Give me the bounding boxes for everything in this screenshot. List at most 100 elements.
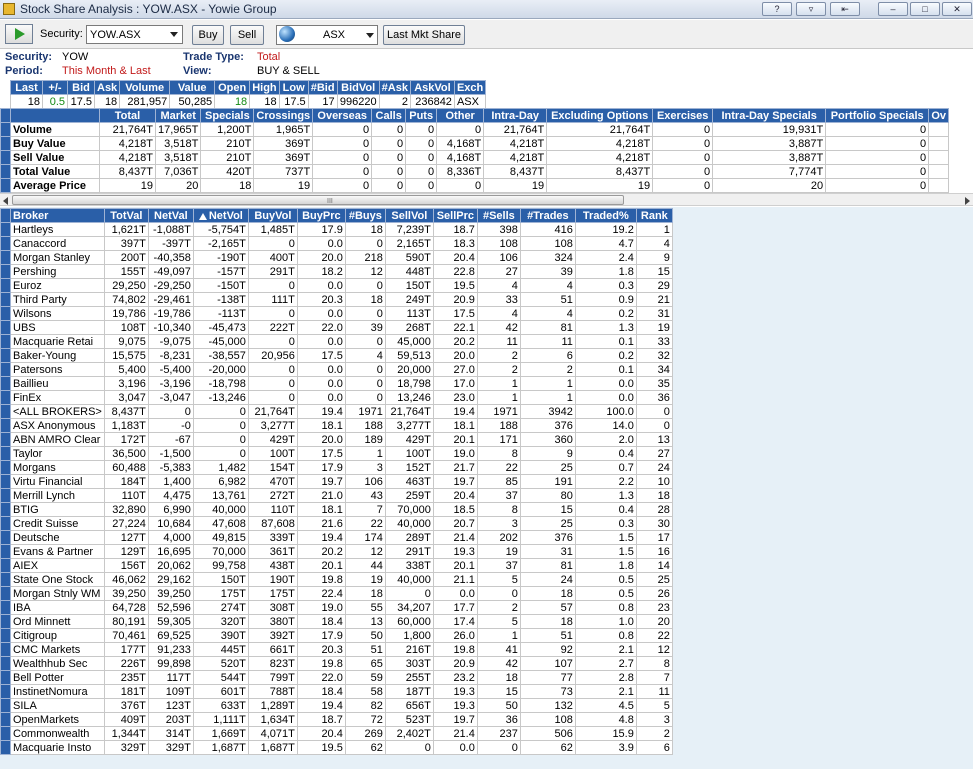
summary-row[interactable]: Sell Value 4,218T 3,518T 210T 369T 0 0 0 4,168T 4…	[0, 150, 950, 165]
broker-header-sellvol[interactable]: SellVol	[384, 208, 434, 223]
quote-header[interactable]: #Bid	[307, 80, 338, 95]
summary-header[interactable]: Puts	[405, 108, 438, 123]
table-row[interactable]: IBA 64,728 52,596 274T 308T 19.0 55 34,207 17.7 2…	[0, 600, 673, 615]
broker-header-totval[interactable]: TotVal	[103, 208, 149, 223]
summary-header[interactable]: Intra-Day Specials	[712, 108, 827, 123]
minimize-icon[interactable]: –	[878, 2, 908, 16]
dropdown-icon[interactable]: ▿	[796, 2, 826, 16]
table-row[interactable]: Morgans 60,488 -5,383 1,482 154T 17.9 3 152T 21.…	[0, 460, 673, 475]
broker-header-netval[interactable]: NetVal	[147, 208, 194, 223]
broker-header-broker[interactable]: Broker	[10, 208, 105, 223]
table-row[interactable]: Euroz 29,250 -29,250 -150T 0 0.0 0 150T 19.5 4 4 0.…	[0, 278, 673, 293]
table-row[interactable]: Virtu Financial 184T 1,400 6,982 470T 19.7 106…	[0, 474, 673, 489]
table-row[interactable]: Morgan Stnly WM 39,250 39,250 175T 175T 22.4 1…	[0, 586, 673, 601]
quote-header[interactable]: Bid	[67, 80, 95, 95]
quote-header[interactable]: High	[249, 80, 280, 95]
summary-header[interactable]: Ov	[928, 108, 950, 123]
quote-header[interactable]: Exch	[453, 80, 487, 95]
table-row[interactable]: Deutsche 127T 4,000 49,815 339T 19.4 174 289T 21…	[0, 530, 673, 545]
table-row[interactable]: CMC Markets 177T 91,233 445T 661T 20.3 51 216T 1…	[0, 642, 673, 657]
table-row[interactable]: Macquarie Insto 329T 329T 1,687T 1,687T 19.5 6…	[0, 740, 673, 755]
quote-header[interactable]: +/-	[42, 80, 68, 95]
chevron-down-icon[interactable]	[366, 33, 374, 38]
table-row[interactable]: UBS 108T -10,340 -45,473 222T 22.0 39 268T 22.1 4…	[0, 320, 673, 335]
table-row[interactable]: OpenMarkets 409T 203T 1,111T 1,634T 18.7 72 523…	[0, 712, 673, 727]
broker-header-buyvol[interactable]: BuyVol	[247, 208, 298, 223]
security-input[interactable]	[86, 25, 183, 44]
help-icon[interactable]: ?	[762, 2, 792, 16]
maximize-icon[interactable]: □	[910, 2, 940, 16]
chevron-down-icon[interactable]	[170, 32, 178, 37]
quote-header[interactable]: Open	[214, 80, 251, 95]
broker-header-traded-[interactable]: Traded%	[574, 208, 637, 223]
summary-header[interactable]: Exercises	[652, 108, 714, 123]
quote-header[interactable]: Volume	[119, 80, 171, 95]
quote-header[interactable]: Value	[169, 80, 216, 95]
summary-header[interactable]: Crossings	[253, 108, 314, 123]
table-row[interactable]: <ALL BROKERS> 8,437T 0 0 21,764T 19.4 1971 21,7…	[0, 404, 673, 419]
summary-row[interactable]: Volume 21,764T 17,965T 1,200T 1,965T 0 0 0 0 21,7…	[0, 122, 950, 137]
table-row[interactable]: Macquarie Retai 9,075 -9,075 -45,000 0 0.0 0 45…	[0, 334, 673, 349]
horizontal-scrollbar[interactable]: III	[0, 193, 973, 206]
quote-header[interactable]: Ask	[93, 80, 121, 95]
table-row[interactable]: State One Stock 46,062 29,162 150T 190T 19.8 1…	[0, 572, 673, 587]
table-row[interactable]: Canaccord 397T -397T -2,165T 0 0.0 0 2,165T 18.3…	[0, 236, 673, 251]
table-row[interactable]: ABN AMRO Clear 172T -67 0 429T 20.0 189 429T 20.…	[0, 432, 673, 447]
table-row[interactable]: FinEx 3,047 -3,047 -13,246 0 0.0 0 13,246 23.0 1 1…	[0, 390, 673, 405]
summary-header[interactable]: Other	[436, 108, 485, 123]
table-row[interactable]: Wilsons 19,786 -19,786 -113T 0 0.0 0 113T 17.5 4 4…	[0, 306, 673, 321]
summary-header[interactable]: Specials	[200, 108, 255, 123]
broker-header-sellprc[interactable]: SellPrc	[432, 208, 478, 223]
broker-header--buys[interactable]: #Buys	[344, 208, 386, 223]
quote-header[interactable]: Last	[10, 80, 43, 95]
quote-header[interactable]: BidVol	[336, 80, 380, 95]
table-row[interactable]: Credit Suisse 27,224 10,684 47,608 87,608 21.…	[0, 516, 673, 531]
buy-button[interactable]: Buy	[192, 25, 224, 45]
table-row[interactable]: Bell Potter 235T 117T 544T 799T 22.0 59 255T 23.…	[0, 670, 673, 685]
summary-header[interactable]: Total	[99, 108, 156, 123]
close-icon[interactable]: ✕	[942, 2, 972, 16]
table-row[interactable]: Baillieu 3,196 -3,196 -18,798 0 0.0 0 18,798 17.…	[0, 376, 673, 391]
broker-header--sells[interactable]: #Sells	[476, 208, 521, 223]
table-row[interactable]: Third Party 74,802 -29,461 -138T 111T 20.3 18 2…	[0, 292, 673, 307]
table-row[interactable]: Patersons 5,400 -5,400 -20,000 0 0.0 0 20,000 27…	[0, 362, 673, 377]
table-row[interactable]: Hartleys 1,621T -1,088T -5,754T 1,485T 17.9 18…	[0, 222, 673, 237]
run-button[interactable]	[5, 24, 33, 44]
last-mkt-share-button[interactable]: Last Mkt Share	[383, 25, 465, 45]
table-row[interactable]: Evans & Partner 129T 16,695 70,000 361T 20.2 1…	[0, 544, 673, 559]
broker-header-netvol[interactable]: NetVol	[192, 208, 249, 223]
summary-header[interactable]: Calls	[371, 108, 407, 123]
broker-header-rank[interactable]: Rank	[635, 208, 673, 223]
table-row[interactable]: Morgan Stanley 200T -40,358 -190T 400T 20.0 21…	[0, 250, 673, 265]
summary-header[interactable]: Excluding Options	[546, 108, 654, 123]
table-row[interactable]: BTIG 32,890 6,990 40,000 110T 18.1 7 70,000 18.5…	[0, 502, 673, 517]
broker-header-buyprc[interactable]: BuyPrc	[296, 208, 346, 223]
table-row[interactable]: InstinetNomura 181T 109T 601T 788T 18.4 58 187T…	[0, 684, 673, 699]
pin-icon[interactable]: ⇤	[830, 2, 860, 16]
table-row[interactable]: Wealthhub Sec 226T 99,898 520T 823T 19.8 65 303…	[0, 656, 673, 671]
summary-row[interactable]: Average Price 19 20 18 19 0 0 0 0 19 19 0 20 0	[0, 178, 950, 193]
table-row[interactable]: Ord Minnett 80,191 59,305 320T 380T 18.4 13 60,…	[0, 614, 673, 629]
summary-header[interactable]: Intra-Day	[483, 108, 548, 123]
table-row[interactable]: Baker-Young 15,575 -8,231 -38,557 20,956 17.5…	[0, 348, 673, 363]
summary-row[interactable]: Total Value 8,437T 7,036T 420T 737T 0 0 0 8,336T…	[0, 164, 950, 179]
scroll-left-icon[interactable]	[3, 197, 8, 205]
quote-header[interactable]: AskVol	[409, 80, 455, 95]
quote-header[interactable]: Low	[278, 80, 309, 95]
summary-header[interactable]	[10, 108, 100, 123]
table-row[interactable]: Merrill Lynch 110T 4,475 13,761 272T 21.0 43 25…	[0, 488, 673, 503]
summary-header[interactable]: Portfolio Specials	[825, 108, 930, 123]
table-row[interactable]: ASX Anonymous 1,183T -0 0 3,277T 18.1 188 3,277…	[0, 418, 673, 433]
table-row[interactable]: AIEX 156T 20,062 99,758 438T 20.1 44 338T 20.1 37…	[0, 558, 673, 573]
table-row[interactable]: Commonwealth 1,344T 314T 1,669T 4,071T 20.4 26…	[0, 726, 673, 741]
summary-header[interactable]: Overseas	[312, 108, 373, 123]
quote-header[interactable]: #Ask	[378, 80, 411, 95]
table-row[interactable]: SILA 376T 123T 633T 1,289T 19.4 82 656T 19.3 50 13…	[0, 698, 673, 713]
summary-row[interactable]: Buy Value 4,218T 3,518T 210T 369T 0 0 0 4,168T 4,…	[0, 136, 950, 151]
table-row[interactable]: Taylor 36,500 -1,500 0 100T 17.5 1 100T 19.0 8 9 0.…	[0, 446, 673, 461]
scrollbar-thumb[interactable]: III	[12, 195, 624, 205]
scroll-right-icon[interactable]	[965, 197, 970, 205]
broker-header--trades[interactable]: #Trades	[519, 208, 576, 223]
sell-button[interactable]: Sell	[230, 25, 264, 45]
table-row[interactable]: Pershing 155T -49,097 -157T 291T 18.2 12 448T 22…	[0, 264, 673, 279]
